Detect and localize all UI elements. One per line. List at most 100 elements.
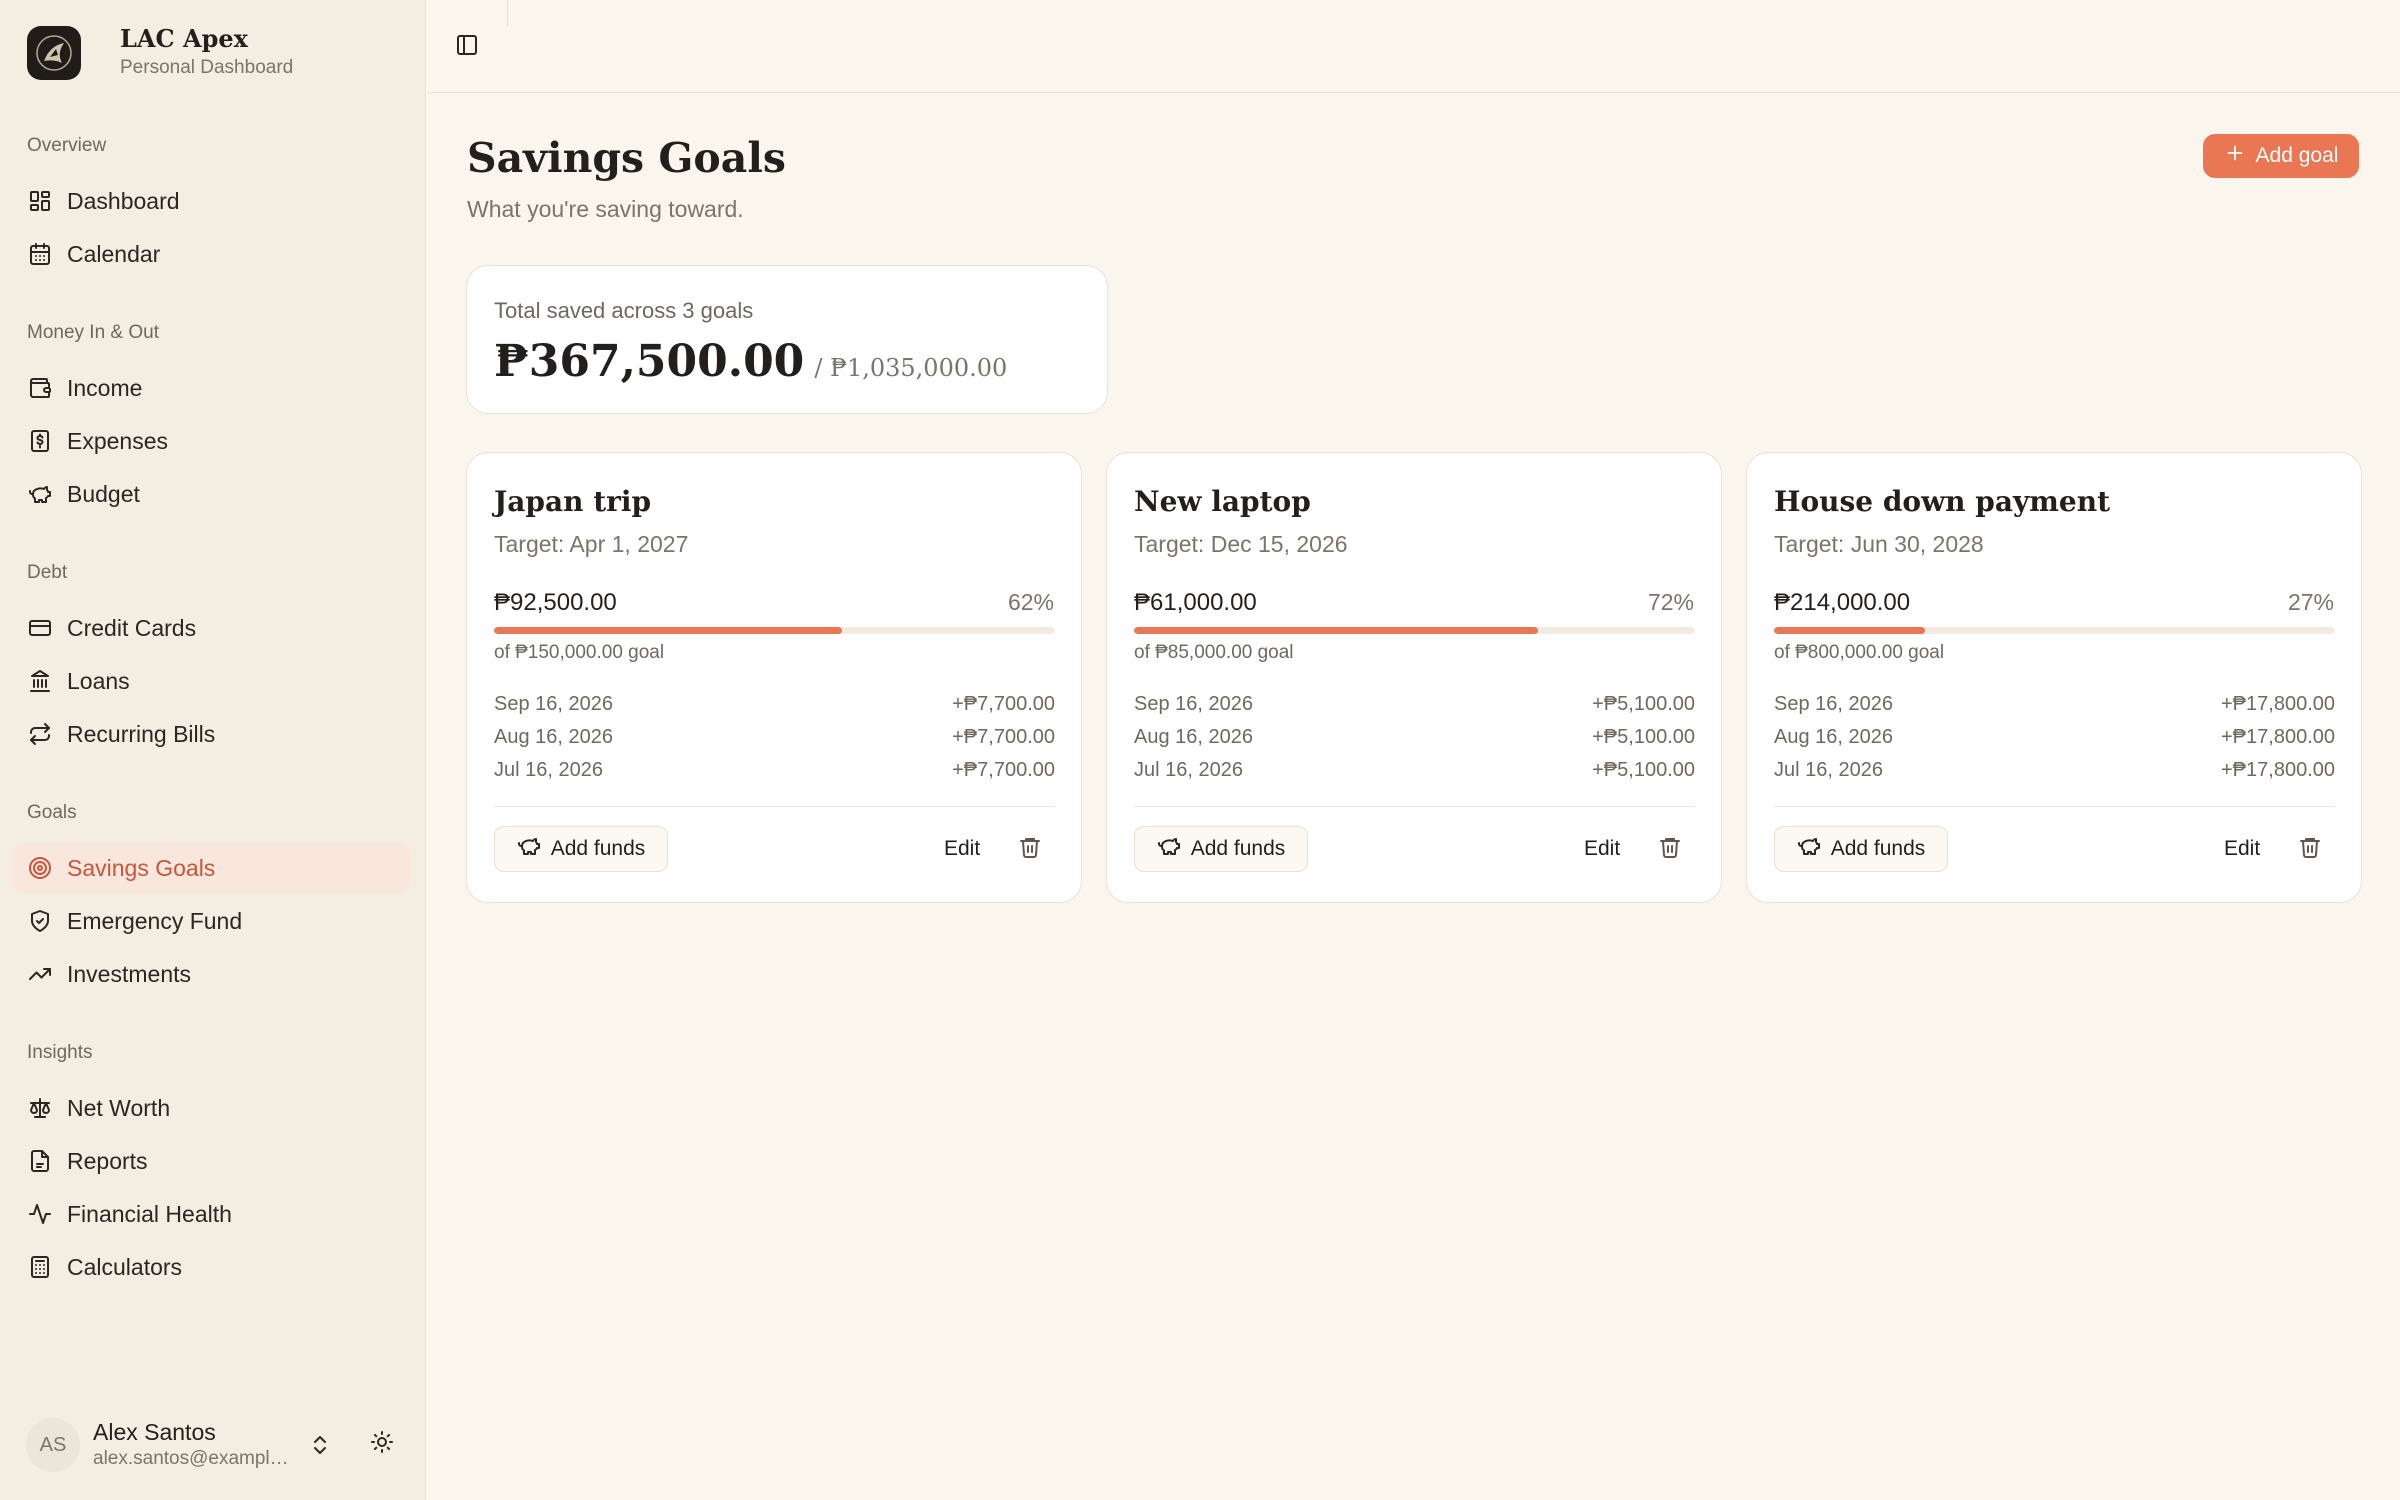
- contribution-date: Jul 16, 2026: [1774, 759, 1883, 781]
- nav-section-insights: Insights Net Worth Reports Financial Hea…: [0, 1038, 426, 1292]
- repeat-icon: [27, 721, 53, 747]
- total-goal-amount: / ₱1,035,000.00: [814, 354, 1008, 382]
- contribution-date: Jul 16, 2026: [1134, 759, 1243, 781]
- divider: [1774, 806, 2335, 807]
- dashboard-icon: [27, 188, 53, 214]
- sidebar-item-net-worth[interactable]: Net Worth: [12, 1083, 410, 1133]
- sidebar-item-calculators[interactable]: Calculators: [12, 1242, 410, 1292]
- piggy-bank-icon: [1157, 834, 1181, 864]
- goal-progress-bar: [494, 627, 1055, 634]
- sidebar-toggle-icon[interactable]: [455, 33, 479, 62]
- sidebar-item-loans[interactable]: Loans: [12, 656, 410, 706]
- target-icon: [27, 855, 53, 881]
- activity-icon: [27, 1201, 53, 1227]
- list-item: Jul 16, 2026 +₱17,800.00: [1774, 759, 2335, 792]
- list-item: Aug 16, 2026 +₱5,100.00: [1134, 726, 1695, 759]
- add-goal-label: Add goal: [2255, 144, 2339, 167]
- edit-button[interactable]: Edit: [944, 837, 980, 861]
- sidebar-item-label: Recurring Bills: [67, 720, 216, 747]
- goal-card: House down payment Target: Jun 30, 2028 …: [1746, 452, 2362, 903]
- edit-button[interactable]: Edit: [2224, 837, 2260, 861]
- add-funds-button[interactable]: Add funds: [1134, 826, 1308, 872]
- list-item: Sep 16, 2026 +₱17,800.00: [1774, 693, 2335, 726]
- nav-section-debt: Debt Credit Cards Loans Recurring Bills: [0, 558, 426, 759]
- sidebar-item-financial-health[interactable]: Financial Health: [12, 1189, 410, 1239]
- sidebar-item-label: Calculators: [67, 1253, 183, 1280]
- contribution-date: Sep 16, 2026: [1774, 693, 1893, 715]
- user-menu[interactable]: AS Alex Santos alex.santos@example.com: [26, 1415, 406, 1475]
- goal-progress-fill: [1134, 627, 1538, 634]
- total-saved-amount: ₱367,500.00: [494, 336, 805, 387]
- sidebar-item-expenses[interactable]: Expenses: [12, 416, 410, 466]
- sidebar-item-dashboard[interactable]: Dashboard: [12, 176, 410, 226]
- sidebar-item-label: Financial Health: [67, 1200, 232, 1227]
- calculator-icon: [27, 1254, 53, 1280]
- list-item: Aug 16, 2026 +₱7,700.00: [494, 726, 1055, 759]
- list-item: Sep 16, 2026 +₱5,100.00: [1134, 693, 1695, 726]
- contribution-date: Aug 16, 2026: [1134, 726, 1253, 748]
- sidebar-item-label: Budget: [67, 480, 140, 507]
- edit-button[interactable]: Edit: [1584, 837, 1620, 861]
- sidebar-item-label: Reports: [67, 1147, 148, 1174]
- goal-card: New laptop Target: Dec 15, 2026 ₱61,000.…: [1106, 452, 1722, 903]
- goal-progress-fill: [1774, 627, 1926, 634]
- sidebar-item-label: Expenses: [67, 427, 169, 454]
- sidebar-item-reports[interactable]: Reports: [12, 1136, 410, 1186]
- goal-saved-amount: ₱214,000.00: [1774, 589, 1911, 616]
- contribution-date: Jul 16, 2026: [494, 759, 603, 781]
- trash-icon[interactable]: [1018, 835, 1042, 864]
- divider: [507, 0, 508, 26]
- goal-saved-amount: ₱61,000.00: [1134, 589, 1257, 616]
- contribution-date: Sep 16, 2026: [494, 693, 613, 715]
- contribution-list: Sep 16, 2026 +₱5,100.00 Aug 16, 2026 +₱5,1…: [1134, 693, 1695, 792]
- contribution-list: Sep 16, 2026 +₱17,800.00 Aug 16, 2026 +₱17…: [1774, 693, 2335, 792]
- trash-icon[interactable]: [2298, 835, 2322, 864]
- brand-subtitle: Personal Dashboard: [120, 57, 294, 78]
- sidebar-item-label: Calendar: [67, 240, 161, 267]
- contribution-list: Sep 16, 2026 +₱7,700.00 Aug 16, 2026 +₱7,7…: [494, 693, 1055, 792]
- brand-name: LAC Apex: [120, 24, 248, 53]
- brand[interactable]: LAC Apex Personal Dashboard: [27, 25, 293, 81]
- avatar: AS: [26, 1418, 80, 1472]
- sidebar-item-label: Net Worth: [67, 1094, 171, 1121]
- add-funds-button[interactable]: Add funds: [494, 826, 668, 872]
- section-label: Overview: [27, 135, 107, 156]
- goal-percent: 62%: [1007, 589, 1054, 615]
- list-item: Sep 16, 2026 +₱7,700.00: [494, 693, 1055, 726]
- goal-progress-bar: [1774, 627, 2335, 634]
- sidebar-item-recurring-bills[interactable]: Recurring Bills: [12, 709, 410, 759]
- sidebar-item-calendar[interactable]: Calendar: [12, 229, 410, 279]
- bank-icon: [27, 668, 53, 694]
- goal-percent: 27%: [2287, 589, 2334, 615]
- shield-icon: [27, 908, 53, 934]
- sidebar-item-label: Investments: [67, 960, 191, 987]
- sidebar-item-investments[interactable]: Investments: [12, 949, 410, 999]
- sidebar-item-savings-goals[interactable]: Savings Goals: [12, 843, 410, 893]
- page-subtitle: What you're saving toward.: [467, 196, 744, 222]
- total-saved-label: Total saved across 3 goals: [494, 298, 754, 323]
- sidebar-item-emergency-fund[interactable]: Emergency Fund: [12, 896, 410, 946]
- contribution-amount: +₱5,100.00: [1592, 759, 1695, 781]
- sidebar-item-label: Income: [67, 374, 143, 401]
- sidebar-item-credit-cards[interactable]: Credit Cards: [12, 603, 410, 653]
- chevrons-up-down-icon[interactable]: [308, 1433, 332, 1462]
- sidebar-item-income[interactable]: Income: [12, 363, 410, 413]
- section-label: Goals: [27, 802, 77, 823]
- wallet-icon: [27, 375, 53, 401]
- add-funds-button[interactable]: Add funds: [1774, 826, 1948, 872]
- goal-progress-fill: [494, 627, 842, 634]
- file-icon: [27, 1148, 53, 1174]
- contribution-amount: +₱5,100.00: [1592, 693, 1695, 715]
- trash-icon[interactable]: [1658, 835, 1682, 864]
- sun-icon[interactable]: [370, 1430, 394, 1459]
- divider: [1134, 806, 1695, 807]
- sidebar-item-budget[interactable]: Budget: [12, 469, 410, 519]
- contribution-amount: +₱7,700.00: [952, 693, 1055, 715]
- add-funds-label: Add funds: [550, 837, 646, 860]
- nav-section-money: Money In & Out Income Expenses Budget: [0, 318, 426, 519]
- sidebar-item-label: Credit Cards: [67, 614, 197, 641]
- contribution-amount: +₱5,100.00: [1592, 726, 1695, 748]
- list-item: Jul 16, 2026 +₱7,700.00: [494, 759, 1055, 792]
- contribution-date: Aug 16, 2026: [494, 726, 613, 748]
- add-goal-button[interactable]: Add goal: [2203, 134, 2359, 178]
